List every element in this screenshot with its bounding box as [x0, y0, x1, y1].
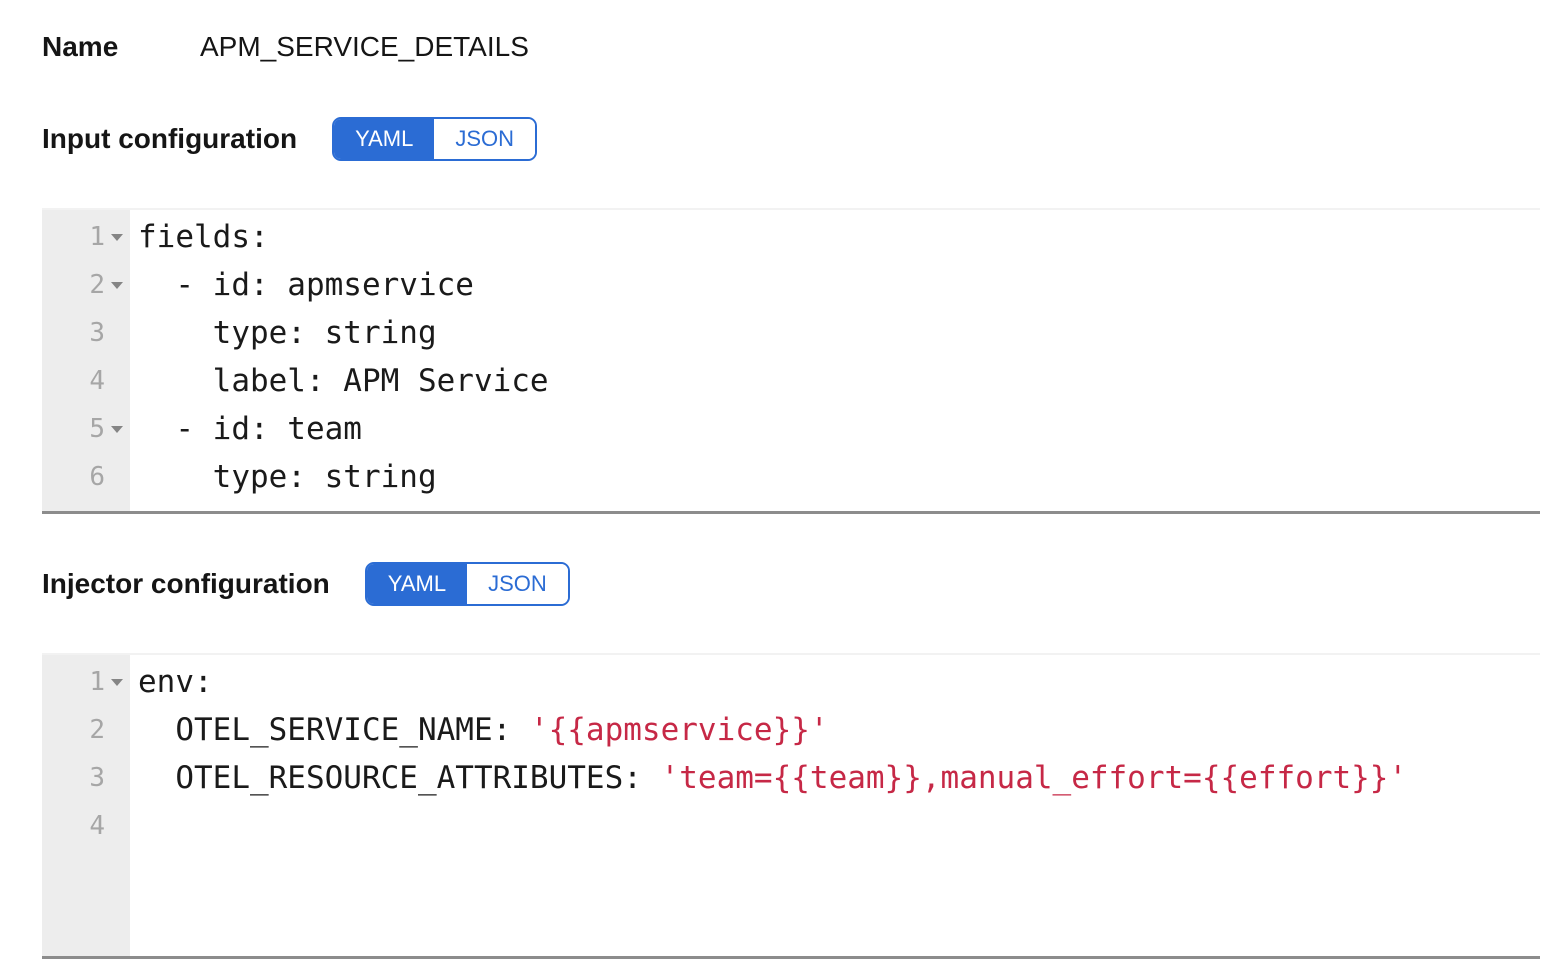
injector-json-button[interactable]: JSON — [467, 564, 568, 604]
line-number: 7 — [42, 501, 130, 514]
input-yaml-button[interactable]: YAML — [334, 119, 434, 159]
editor-line[interactable]: 4 label: APM Service — [42, 357, 1540, 405]
name-value: APM_SERVICE_DETAILS — [200, 30, 529, 64]
input-format-toggle-group: YAML JSON — [332, 117, 537, 161]
line-number: 2 — [42, 261, 130, 309]
editor-line[interactable]: 4 — [42, 802, 1540, 850]
editor-line[interactable]: 5 - id: team — [42, 405, 1540, 453]
fold-arrow-icon[interactable] — [111, 679, 123, 686]
line-number: 1 — [42, 658, 130, 706]
code-text: type: string — [130, 453, 437, 501]
editor-line[interactable]: 7 label: Team Name — [42, 501, 1540, 514]
injector-configuration-code-editor[interactable]: 1env:2 OTEL_SERVICE_NAME: '{{apmservice}… — [42, 653, 1540, 959]
code-text: - id: apmservice — [130, 261, 474, 309]
line-number: 1 — [42, 213, 130, 261]
editor-line[interactable]: 1env: — [42, 658, 1540, 706]
input-configuration-code-editor[interactable]: 1fields:2 - id: apmservice3 type: string… — [42, 208, 1540, 514]
editor-line[interactable]: 1fields: — [42, 213, 1540, 261]
code-text: - id: team — [130, 405, 362, 453]
name-row: Name APM_SERVICE_DETAILS — [42, 30, 1540, 64]
injector-configuration-heading: Injector configuration — [42, 568, 330, 600]
editor-line[interactable]: 3 OTEL_RESOURCE_ATTRIBUTES: 'team={{team… — [42, 754, 1540, 802]
name-label: Name — [42, 30, 200, 64]
line-number: 4 — [42, 357, 130, 405]
editor-line[interactable]: 3 type: string — [42, 309, 1540, 357]
line-number: 3 — [42, 754, 130, 802]
line-number: 2 — [42, 706, 130, 754]
input-configuration-heading: Input configuration — [42, 123, 297, 155]
template-editor-page: Name APM_SERVICE_DETAILS Input configura… — [0, 30, 1544, 959]
injector-format-toggle-group: YAML JSON — [365, 562, 570, 606]
line-number: 6 — [42, 453, 130, 501]
editor-line[interactable]: 2 OTEL_SERVICE_NAME: '{{apmservice}}' — [42, 706, 1540, 754]
line-number: 3 — [42, 309, 130, 357]
injector-configuration-row: Injector configuration YAML JSON — [42, 562, 1540, 606]
injector-yaml-button[interactable]: YAML — [367, 564, 467, 604]
code-text: label: APM Service — [130, 357, 549, 405]
code-text: OTEL_RESOURCE_ATTRIBUTES: 'team={{team}}… — [130, 754, 1407, 802]
fold-arrow-icon[interactable] — [111, 234, 123, 241]
fold-arrow-icon[interactable] — [111, 426, 123, 433]
line-number: 4 — [42, 802, 130, 850]
editor-line[interactable]: 2 - id: apmservice — [42, 261, 1540, 309]
line-number: 5 — [42, 405, 130, 453]
fold-arrow-icon[interactable] — [111, 282, 123, 289]
code-text — [130, 802, 138, 850]
editor-line[interactable]: 6 type: string — [42, 453, 1540, 501]
input-configuration-row: Input configuration YAML JSON — [42, 117, 1540, 161]
code-text: type: string — [130, 309, 437, 357]
code-text: env: — [130, 658, 213, 706]
code-text: OTEL_SERVICE_NAME: '{{apmservice}}' — [130, 706, 829, 754]
code-text: label: Team Name — [130, 501, 511, 514]
code-text: fields: — [130, 213, 269, 261]
input-json-button[interactable]: JSON — [434, 119, 535, 159]
